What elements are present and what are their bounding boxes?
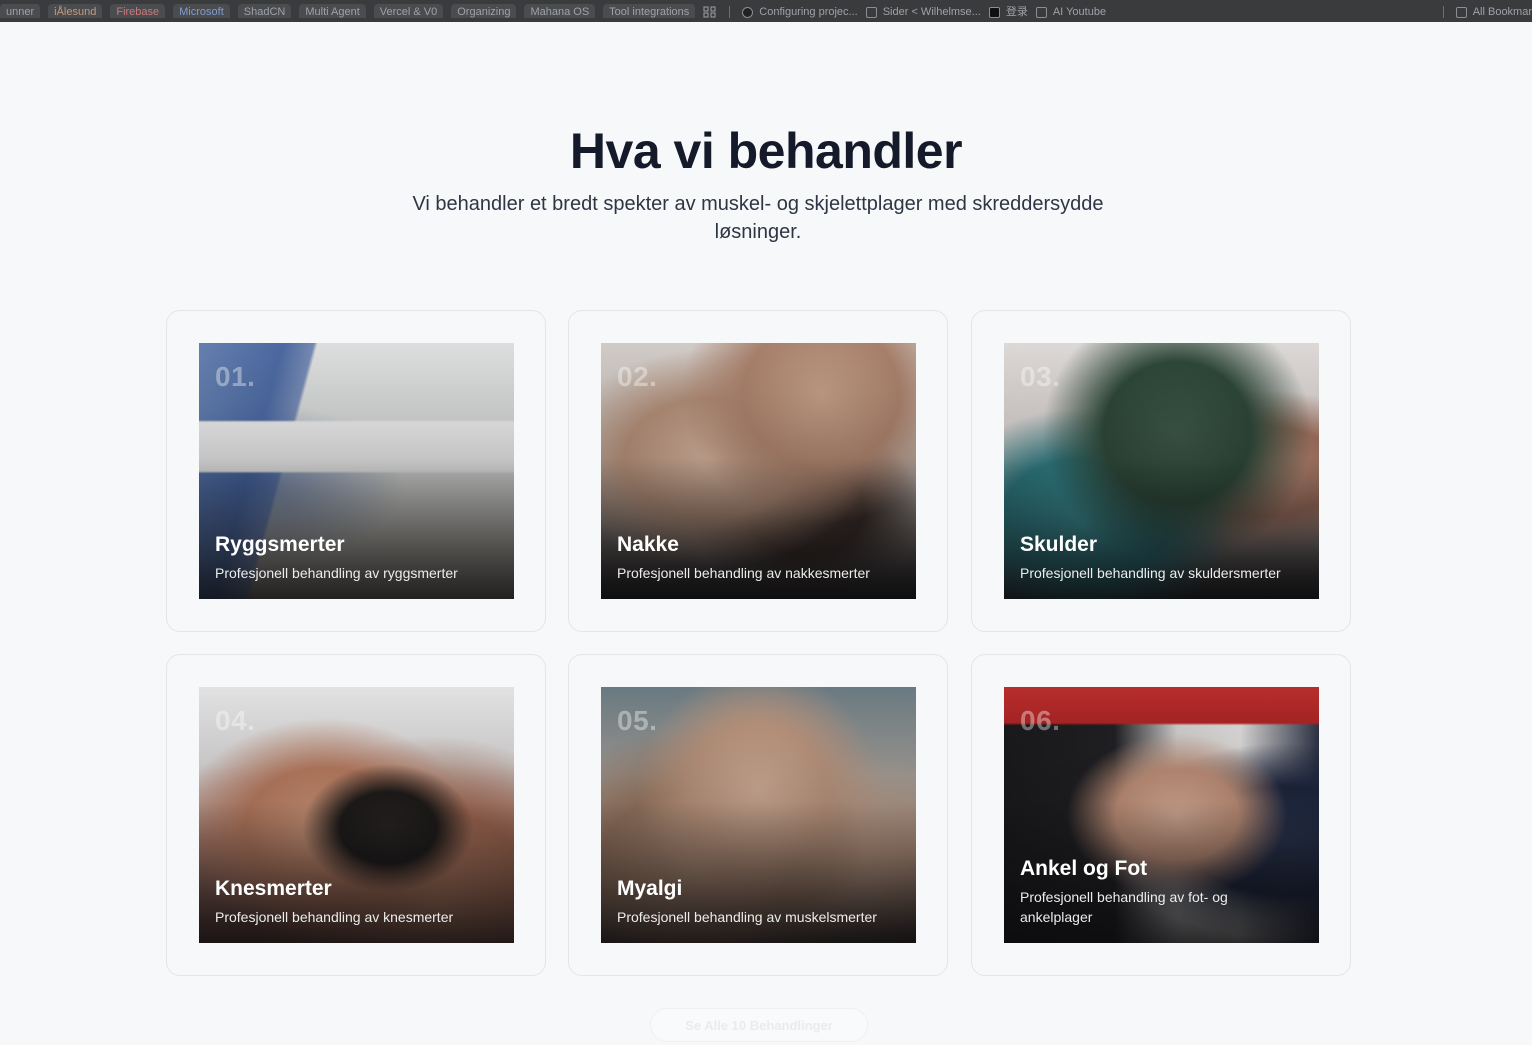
treatment-card-myalgi[interactable]: 05. Myalgi Profesjonell behandling av mu… bbox=[568, 654, 948, 976]
treatment-description: Profesjonell behandling av ryggsmerter bbox=[215, 565, 458, 581]
treatment-card-knesmerter[interactable]: 04. Knesmerter Profesjonell behandling a… bbox=[166, 654, 546, 976]
treatment-card-ankel-og-fot[interactable]: 06. Ankel og Fot Profesjonell behandling… bbox=[971, 654, 1351, 976]
all-bookmarks-label: All Bookmar bbox=[1472, 6, 1532, 18]
bookmark-folder[interactable]: Multi Agent bbox=[299, 4, 366, 18]
bookmark-folder[interactable]: Mahana OS bbox=[524, 4, 596, 18]
bookmark-separator bbox=[1442, 6, 1444, 18]
treatment-description: Profesjonell behandling av knesmerter bbox=[215, 909, 454, 925]
folder-icon bbox=[1035, 7, 1047, 18]
bookmark-link[interactable]: AI Youtube bbox=[1035, 4, 1107, 18]
treatment-name: Skulder bbox=[1020, 533, 1098, 556]
treatment-number: 03. bbox=[1020, 361, 1061, 392]
all-bookmarks[interactable]: All Bookmar bbox=[1455, 4, 1532, 18]
bookmark-link[interactable]: 登录 bbox=[988, 4, 1028, 18]
bookmark-folder[interactable]: Organizing bbox=[451, 4, 517, 18]
see-all-treatments-button[interactable]: Se Alle 10 Behandlinger bbox=[650, 1008, 868, 1042]
bookmark-link-label: AI Youtube bbox=[1052, 6, 1107, 18]
bookmark-folder[interactable]: Firebase bbox=[110, 4, 166, 18]
bookmark-folder[interactable]: Tool integrations bbox=[603, 4, 696, 18]
treatment-card-skulder[interactable]: 03. Skulder Profesjonell behandling av s… bbox=[971, 310, 1351, 632]
bookmark-folder[interactable]: Vercel & V0 bbox=[373, 4, 444, 18]
treatment-photo: 01. Ryggsmerter Profesjonell behandling … bbox=[199, 343, 514, 599]
treatment-name: Knesmerter bbox=[215, 877, 332, 900]
treatment-description: Profesjonell behandling av skuldersmerte… bbox=[1020, 565, 1281, 581]
bookmark-link[interactable]: Sider < Wilhelmse... bbox=[865, 4, 981, 18]
treatment-photo: 03. Skulder Profesjonell behandling av s… bbox=[1004, 343, 1319, 599]
treatment-photo: 02. Nakke Profesjonell behandling av nak… bbox=[601, 343, 916, 599]
treatment-description: Profesjonell behandling av nakkesmerter bbox=[617, 565, 870, 581]
folder-icon bbox=[1455, 7, 1467, 18]
treatment-name: Ryggsmerter bbox=[215, 533, 345, 556]
site-logo-icon bbox=[988, 7, 1000, 18]
treatment-number: 06. bbox=[1020, 705, 1061, 736]
treatment-photo: 04. Knesmerter Profesjonell behandling a… bbox=[199, 687, 514, 943]
bookmark-folder[interactable]: unner bbox=[0, 4, 41, 18]
treatment-name: Nakke bbox=[617, 533, 679, 556]
treatment-number: 04. bbox=[215, 705, 256, 736]
treatment-photo: 06. Ankel og Fot Profesjonell behandling… bbox=[1004, 687, 1319, 943]
treatment-photo: 05. Myalgi Profesjonell behandling av mu… bbox=[601, 687, 916, 943]
apps-grid-icon[interactable] bbox=[703, 4, 717, 18]
treatment-description: Profesjonell behandling av fot- og ankel… bbox=[1020, 889, 1228, 925]
treatment-name: Myalgi bbox=[617, 877, 683, 900]
bookmark-link-label: Configuring projec... bbox=[759, 6, 858, 18]
bookmark-separator bbox=[729, 6, 731, 18]
bookmark-link[interactable]: Configuring projec... bbox=[742, 4, 858, 18]
triangle-site-icon bbox=[742, 7, 754, 18]
treatment-description: Profesjonell behandling av muskelsmerter bbox=[617, 909, 877, 925]
section-title: Hva vi behandler bbox=[569, 123, 963, 179]
bookmark-link-label: 登录 bbox=[1005, 6, 1028, 18]
treatment-name: Ankel og Fot bbox=[1020, 857, 1148, 880]
treatment-card-nakke[interactable]: 02. Nakke Profesjonell behandling av nak… bbox=[568, 310, 948, 632]
bookmark-link-label: Sider < Wilhelmse... bbox=[882, 6, 981, 18]
treatment-number: 05. bbox=[617, 705, 658, 736]
bookmarks-bar: unner iÅlesund Firebase Microsoft ShadCN… bbox=[0, 0, 1532, 22]
bookmark-folder[interactable]: iÅlesund bbox=[48, 4, 103, 18]
treatment-number: 02. bbox=[617, 361, 658, 392]
treatment-card-ryggsmerter[interactable]: 01. Ryggsmerter Profesjonell behandling … bbox=[166, 310, 546, 632]
section-subtitle: Vi behandler et bredt spekter av muskel-… bbox=[412, 193, 1104, 243]
bookmark-folder[interactable]: Microsoft bbox=[173, 4, 230, 18]
site-logo-icon bbox=[865, 7, 877, 18]
treatment-number: 01. bbox=[215, 361, 256, 392]
bookmark-folder[interactable]: ShadCN bbox=[237, 4, 292, 18]
